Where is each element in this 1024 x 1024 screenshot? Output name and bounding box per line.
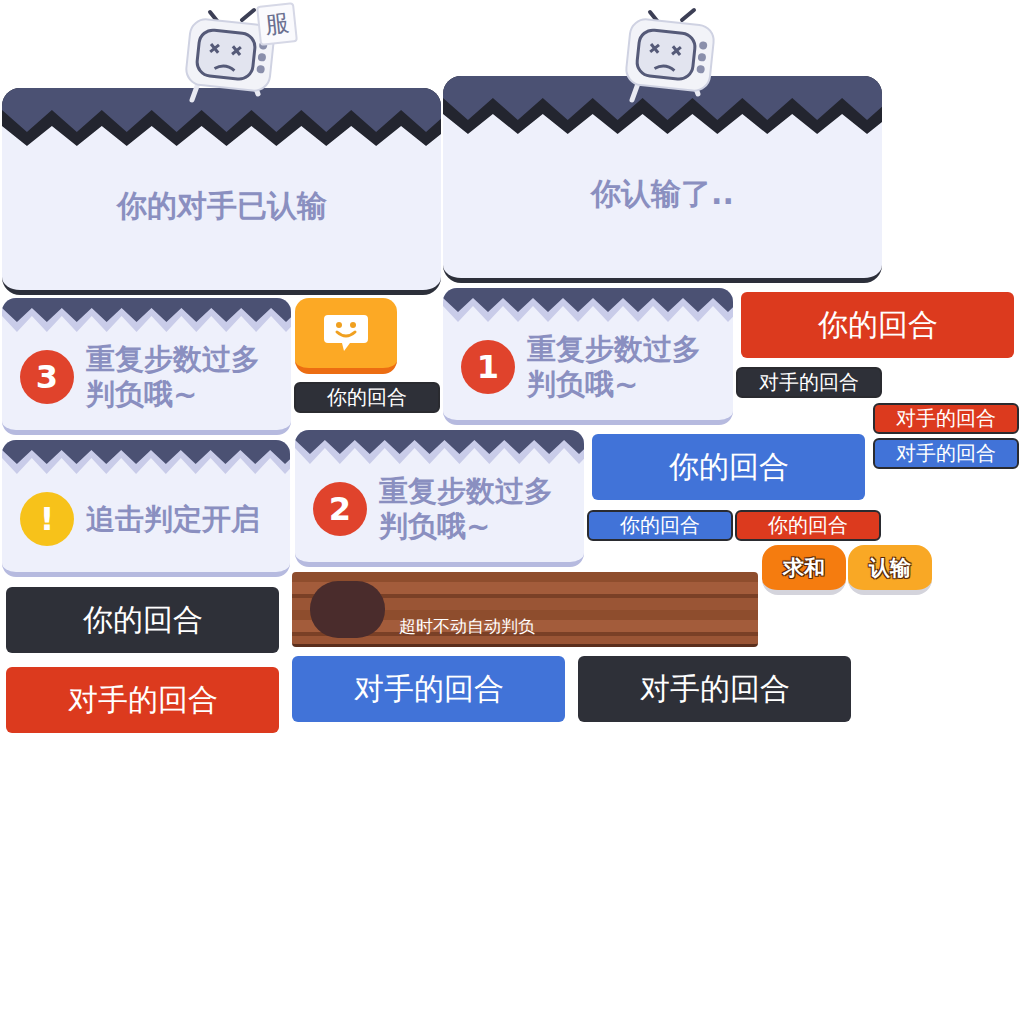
notice-text: 重复步数过多判负哦~ xyxy=(86,342,282,412)
notice-text: 重复步数过多判负哦~ xyxy=(379,474,575,544)
turn-label: 对手的回合 xyxy=(873,403,1019,434)
notice-badge: 2 xyxy=(313,482,367,536)
action-button[interactable]: 求和 xyxy=(762,545,846,595)
timeout-text: 超时不动自动判负 xyxy=(399,615,535,638)
turn-label: 你的回合 xyxy=(587,510,733,541)
turn-label: 你的回合 xyxy=(592,434,865,500)
surrender-panel: 你认输了.. xyxy=(443,76,882,283)
smiley-bubble-icon xyxy=(322,311,370,355)
timeout-bar: 超时不动自动判负 xyxy=(292,572,758,647)
action-button[interactable]: 认输 xyxy=(848,545,932,595)
zigzag-band xyxy=(443,288,733,322)
chat-button[interactable] xyxy=(295,298,397,374)
sprite-sheet: 你的对手已认输 服 你认输了.. 3 重复步数过多判负哦~ 1 重复步数过多判负… xyxy=(0,0,1024,1024)
notice-text: 追击判定开启 xyxy=(86,502,282,537)
panel-text: 你的对手已认输 xyxy=(2,148,441,290)
notice-text: 重复步数过多判负哦~ xyxy=(527,332,723,402)
notice-panel: 3 重复步数过多判负哦~ xyxy=(2,298,291,435)
notice-badge: 3 xyxy=(20,350,74,404)
tv-mascot-icon xyxy=(620,0,750,105)
notice-badge: 1 xyxy=(461,340,515,394)
turn-label: 对手的回合 xyxy=(873,438,1019,469)
turn-label: 对手的回合 xyxy=(578,656,851,722)
turn-label: 对手的回合 xyxy=(292,656,565,722)
zigzag-band xyxy=(2,298,291,332)
turn-label: 你的回合 xyxy=(735,510,881,541)
turn-label: 你的回合 xyxy=(6,587,279,653)
notice-panel: 1 重复步数过多判负哦~ xyxy=(443,288,733,425)
turn-label: 对手的回合 xyxy=(736,367,882,398)
turn-label: 对手的回合 xyxy=(6,667,279,733)
surrender-sign: 服 xyxy=(256,2,298,46)
notice-badge: ! xyxy=(20,492,74,546)
zigzag-band xyxy=(2,440,290,474)
notice-panel: 2 重复步数过多判负哦~ xyxy=(295,430,584,567)
turn-label: 你的回合 xyxy=(741,292,1014,358)
zigzag-band xyxy=(2,88,441,148)
panel-text: 你认输了.. xyxy=(443,136,882,278)
zigzag-band xyxy=(295,430,584,464)
surrender-panel: 你的对手已认输 xyxy=(2,88,441,295)
avatar-placeholder xyxy=(310,581,385,638)
notice-panel: ! 追击判定开启 xyxy=(2,440,290,577)
turn-label: 你的回合 xyxy=(294,382,440,413)
